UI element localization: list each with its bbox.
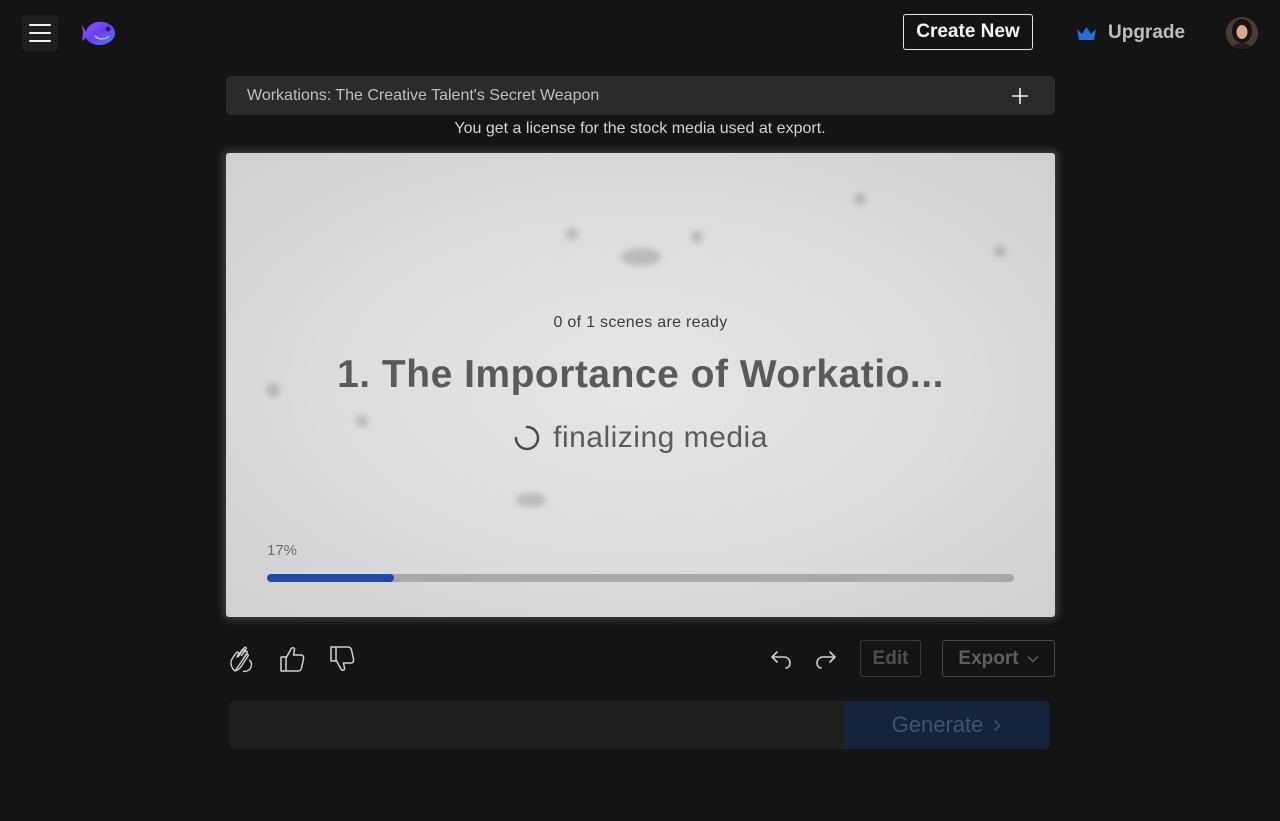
- background-speck: [994, 245, 1006, 257]
- upgrade-label: Upgrade: [1108, 22, 1186, 43]
- loading-spinner-icon: [514, 425, 540, 451]
- license-note: You get a license for the stock media us…: [454, 120, 826, 137]
- hamburger-icon: [29, 24, 51, 26]
- prompt-input[interactable]: [229, 701, 843, 749]
- background-speck: [566, 228, 578, 240]
- feedback-toolbar: Edit Export: [226, 640, 1055, 677]
- upgrade-button[interactable]: Upgrade: [1076, 20, 1185, 46]
- thumbs-down-icon[interactable]: [327, 644, 357, 674]
- plus-icon[interactable]: [1011, 87, 1029, 105]
- video-preview: 0 of 1 scenes are ready 1. The Importanc…: [226, 153, 1055, 617]
- redo-icon[interactable]: [810, 644, 840, 674]
- project-title: Workations: The Creative Talent's Secret…: [247, 87, 600, 104]
- generate-button[interactable]: Generate: [843, 701, 1050, 749]
- generate-label: Generate: [891, 712, 984, 737]
- progress-bar: [267, 574, 1014, 582]
- scenes-ready-text: 0 of 1 scenes are ready: [553, 314, 728, 331]
- chevron-right-icon: [994, 719, 1001, 731]
- scene-title: 1. The Importance of Workatio...: [337, 353, 944, 396]
- status-text: finalizing media: [553, 421, 768, 454]
- chevron-down-icon: [1027, 655, 1039, 663]
- create-new-button[interactable]: Create New: [903, 14, 1033, 50]
- background-speck: [691, 231, 703, 243]
- background-speck: [854, 193, 866, 205]
- top-bar: Create New Upgrade: [0, 0, 1280, 66]
- background-speck: [621, 248, 661, 266]
- export-label: Export: [958, 647, 1019, 669]
- progress-bar-fill: [267, 574, 394, 582]
- thumbs-up-icon[interactable]: [277, 644, 307, 674]
- background-speck: [516, 493, 546, 507]
- user-avatar[interactable]: [1226, 17, 1258, 49]
- progress-percent: 17%: [267, 542, 298, 559]
- generate-bar: Generate: [229, 701, 1050, 749]
- crown-icon: [1077, 26, 1096, 40]
- fish-logo-icon[interactable]: [82, 16, 118, 50]
- edit-button[interactable]: Edit: [860, 640, 921, 677]
- hamburger-menu-button[interactable]: [22, 15, 58, 51]
- project-title-bar[interactable]: Workations: The Creative Talent's Secret…: [226, 76, 1055, 115]
- clapping-hands-icon[interactable]: [227, 644, 257, 674]
- avatar-photo: [1226, 17, 1258, 49]
- export-button[interactable]: Export: [942, 640, 1055, 677]
- render-status: finalizing media: [226, 421, 1055, 455]
- undo-icon[interactable]: [767, 644, 797, 674]
